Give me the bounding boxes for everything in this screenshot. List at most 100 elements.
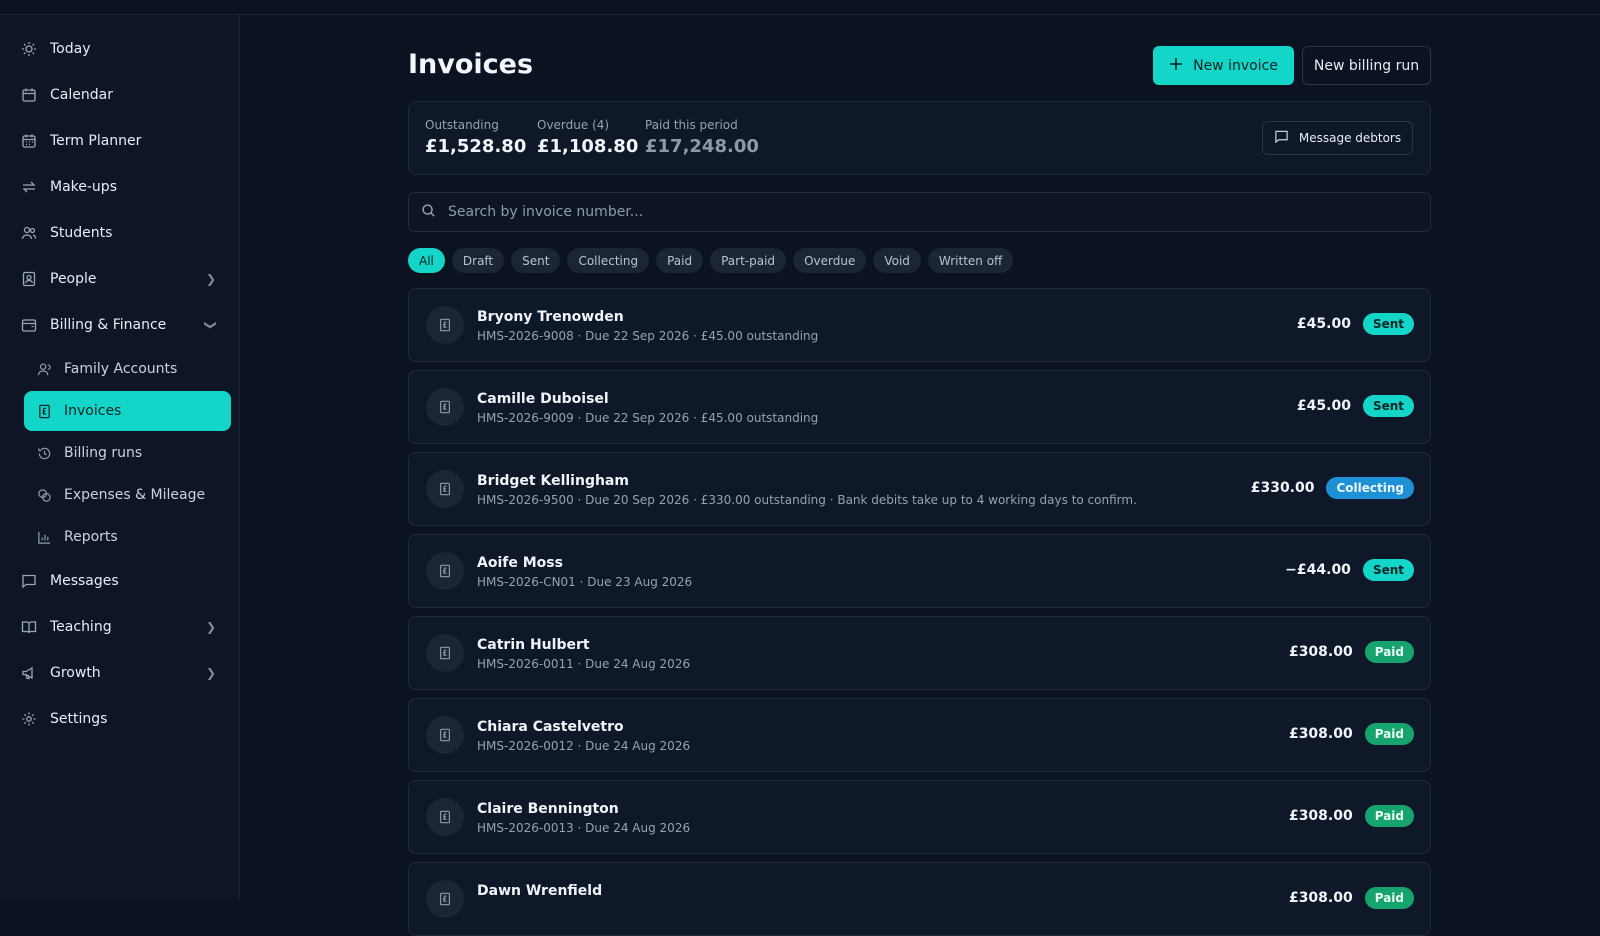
users-icon — [20, 224, 38, 242]
nav-people[interactable]: People ❯ — [20, 259, 230, 299]
filter-chip-draft[interactable]: Draft — [451, 248, 505, 273]
main-content: Invoices New invoice New billing run Out… — [240, 15, 1600, 936]
sidebar-item-label: Family Accounts — [64, 361, 178, 377]
chevron-right-icon: ❯ — [205, 620, 216, 634]
nav-label: Growth — [50, 665, 101, 681]
invoice-row[interactable]: Bryony Trenowden HMS-2026-9008 · Due 22 S… — [408, 288, 1431, 362]
nav-students[interactable]: Students — [20, 213, 230, 253]
invoice-row[interactable]: Bridget Kellingham HMS-2026-9500 · Due 20… — [408, 452, 1431, 526]
stat-value: £1,108.80 — [537, 136, 639, 157]
nav-billing-finance[interactable]: Billing & Finance ❯ — [20, 305, 230, 345]
stat-label: Paid this period — [645, 118, 738, 132]
contact-icon — [20, 270, 38, 288]
message-debtors-button[interactable]: Message debtors — [1262, 121, 1413, 155]
chevron-right-icon: ❯ — [205, 272, 216, 286]
invoice-amount: £308.00 — [1288, 808, 1353, 824]
nav-label: Today — [50, 41, 91, 57]
invoice-name: Dawn Wrenfield — [477, 883, 603, 899]
stat-outstanding: Outstanding £1,528.80 — [425, 118, 526, 157]
nav-term-planner[interactable]: Term Planner — [20, 121, 230, 161]
stat-overdue: Overdue (4) £1,108.80 — [537, 118, 638, 157]
invoice-name: Catrin Hulbert — [477, 637, 590, 653]
nav-growth[interactable]: Growth ❯ — [20, 653, 230, 693]
sun-icon — [20, 40, 38, 58]
invoice-row[interactable]: Chiara Castelvetro HMS-2026-0012 · Due 24… — [408, 698, 1431, 772]
invoice-row[interactable]: Aoife Moss HMS-2026-CN01 · Due 23 Aug 202… — [408, 534, 1431, 608]
invoice-row[interactable]: Dawn Wrenfield £308.00 Paid — [408, 862, 1431, 936]
status-badge: Sent — [1362, 313, 1414, 335]
invoice-row[interactable]: Catrin Hulbert HMS-2026-0011 · Due 24 Aug… — [408, 616, 1431, 690]
invoice-name: Aoife Moss — [477, 555, 563, 571]
nav-make-ups[interactable]: Make-ups — [20, 167, 230, 207]
megaphone-icon — [20, 664, 38, 682]
nav-settings[interactable]: Settings — [20, 699, 230, 739]
filter-chip-paid[interactable]: Paid — [656, 248, 704, 273]
invoice-icon — [426, 716, 464, 754]
invoice-name: Claire Bennington — [477, 801, 619, 817]
status-badge: Sent — [1362, 559, 1414, 581]
invoice-row[interactable]: Camille Duboisel HMS-2026-9009 · Due 22 S… — [408, 370, 1431, 444]
invoice-amount: −£44.00 — [1285, 562, 1351, 578]
filter-chip-all[interactable]: All — [408, 248, 445, 273]
invoice-amount-group: −£44.00 Sent — [1285, 559, 1414, 581]
sidebar: Today Calendar Term Planner Make-ups Stu… — [0, 15, 240, 900]
invoice-icon — [426, 388, 464, 426]
filter-chip-part-paid[interactable]: Part-paid — [710, 248, 787, 273]
new-invoice-button[interactable]: New invoice — [1153, 46, 1294, 85]
invoice-amount-group: £308.00 Paid — [1289, 723, 1414, 745]
sidebar-item-family-accounts[interactable]: Family Accounts — [24, 349, 231, 389]
new-billing-run-button[interactable]: New billing run — [1302, 46, 1431, 85]
nav-calendar[interactable]: Calendar — [20, 75, 230, 115]
invoice-icon — [426, 470, 464, 508]
sidebar-item-invoices[interactable]: Invoices — [24, 391, 231, 431]
status-filter-chips: All Draft Sent Collecting Paid Part-paid Overd… — [408, 248, 1014, 273]
invoice-amount-group: £308.00 Paid — [1289, 887, 1414, 909]
nav-messages[interactable]: Messages — [20, 561, 230, 601]
nav-label: People — [50, 271, 97, 287]
filter-chip-sent[interactable]: Sent — [511, 248, 561, 273]
sidebar-item-reports[interactable]: Reports — [24, 517, 231, 557]
status-badge: Paid — [1364, 887, 1414, 909]
status-badge: Paid — [1364, 805, 1414, 827]
invoice-name: Bryony Trenowden — [477, 309, 624, 325]
invoice-meta: HMS-2026-0011 · Due 24 Aug 2026 — [477, 657, 691, 671]
message-icon — [1274, 129, 1289, 147]
history-icon — [36, 445, 52, 461]
invoice-amount: £308.00 — [1288, 890, 1353, 906]
page-title: Invoices — [408, 49, 534, 80]
stat-label: Overdue (4) — [537, 118, 610, 132]
invoice-meta: HMS-2026-0012 · Due 24 Aug 2026 — [477, 739, 691, 753]
sidebar-item-billing-runs[interactable]: Billing runs — [24, 433, 231, 473]
filter-chip-overdue[interactable]: Overdue — [793, 248, 867, 273]
stat-paid-this-period: Paid this period £17,248.00 — [645, 118, 759, 157]
invoice-icon — [426, 306, 464, 344]
nav-teaching[interactable]: Teaching ❯ — [20, 607, 230, 647]
invoice-icon — [426, 634, 464, 672]
invoice-amount-group: £308.00 Paid — [1289, 641, 1414, 663]
new-billing-run-label: New billing run — [1313, 57, 1420, 74]
invoice-meta: HMS-2026-9500 · Due 20 Sep 2026 · £330.0… — [477, 493, 1137, 507]
nav-label: Students — [50, 225, 113, 241]
filter-chip-collecting[interactable]: Collecting — [567, 248, 650, 273]
status-badge: Paid — [1364, 723, 1414, 745]
invoice-amount: £45.00 — [1296, 316, 1351, 332]
invoice-row[interactable]: Claire Bennington HMS-2026-0013 · Due 24 … — [408, 780, 1431, 854]
new-invoice-label: New invoice — [1193, 57, 1278, 74]
invoice-icon — [426, 552, 464, 590]
stat-label: Outstanding — [425, 118, 499, 132]
summary-panel: Outstanding £1,528.80 Overdue (4) £1,108… — [408, 101, 1431, 175]
sidebar-item-label: Billing runs — [64, 445, 143, 461]
wallet-icon — [20, 316, 38, 334]
filter-chip-void[interactable]: Void — [873, 248, 921, 273]
nav-label: Billing & Finance — [50, 317, 167, 333]
invoice-meta: HMS-2026-0013 · Due 24 Aug 2026 — [477, 821, 691, 835]
invoice-icon — [426, 798, 464, 836]
filter-chip-written-off[interactable]: Written off — [927, 248, 1014, 273]
search-input[interactable] — [446, 203, 1430, 221]
nav-today[interactable]: Today — [20, 29, 230, 69]
nav-label: Messages — [50, 573, 119, 589]
calendar-grid-icon — [20, 132, 38, 150]
repeat-icon — [20, 178, 38, 196]
status-badge: Sent — [1362, 395, 1414, 417]
sidebar-item-expenses-mileage[interactable]: Expenses & Mileage — [24, 475, 231, 515]
